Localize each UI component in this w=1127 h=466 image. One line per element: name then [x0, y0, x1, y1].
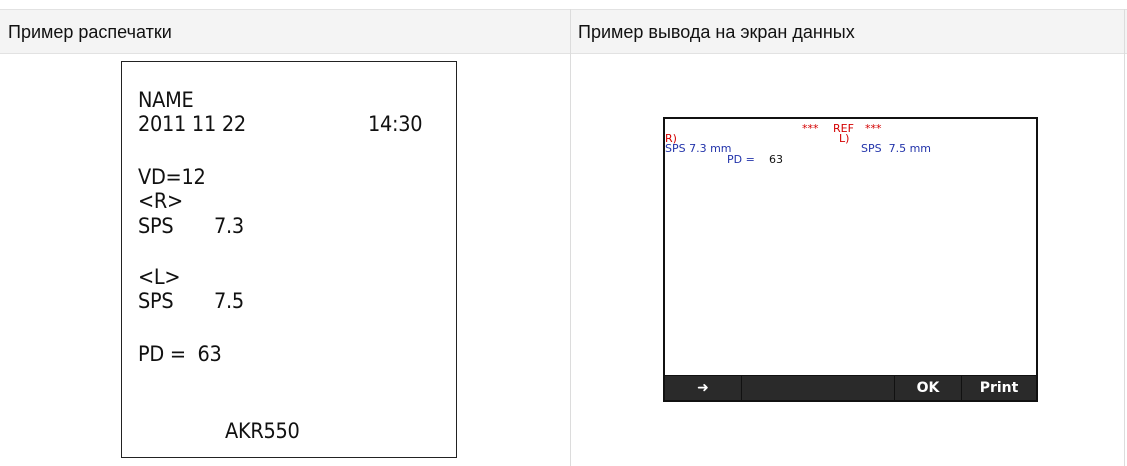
printout-right-marker: <R>: [138, 189, 183, 213]
ok-button[interactable]: OK: [895, 376, 961, 400]
printout-sps-r-label: SPS: [138, 214, 174, 238]
printout-sps-l-value: 7.5: [214, 289, 244, 313]
column-divider: [570, 9, 571, 466]
screen-display: *** REF *** L) R) SPS 7.3 mm SPS 7.5 mm …: [665, 119, 1036, 375]
printout-receipt: NAME 2011 11 22 14:30 VD=12 <R> SPS 7.3 …: [121, 61, 457, 458]
printout-date: 2011 11 22: [138, 112, 246, 136]
printout-time: 14:30: [368, 112, 423, 136]
screen-button-bar: ➜ OK Print: [665, 376, 1036, 400]
printout-name: NAME: [138, 88, 194, 112]
printout-sps-l-label: SPS: [138, 289, 174, 313]
pd-value: 63: [769, 153, 783, 166]
left-eye-label: L): [839, 132, 850, 145]
printout-model: AKR550: [225, 419, 300, 443]
blank-button[interactable]: [742, 376, 894, 400]
printout-sps-r-value: 7.3: [214, 214, 244, 238]
device-screen: *** REF *** L) R) SPS 7.3 mm SPS 7.5 mm …: [663, 117, 1038, 402]
stars-right: ***: [865, 122, 882, 135]
sps-left: SPS 7.5 mm: [861, 142, 932, 155]
table-header: Пример распечатки Пример вывода на экран…: [0, 9, 1127, 54]
printout-vd: VD=12: [138, 165, 206, 189]
sps-right: SPS 7.3 mm: [665, 142, 732, 155]
header-printout: Пример распечатки: [8, 22, 172, 42]
printout-left-marker: <L>: [138, 265, 181, 289]
stars-left: ***: [802, 122, 819, 135]
arrow-button[interactable]: ➜: [665, 376, 741, 400]
print-button[interactable]: Print: [962, 376, 1036, 400]
pd-label: PD =: [727, 153, 755, 166]
header-screen: Пример вывода на экран данных: [578, 22, 855, 42]
right-border: [1124, 9, 1125, 466]
printout-pd: PD = 63: [138, 342, 222, 366]
